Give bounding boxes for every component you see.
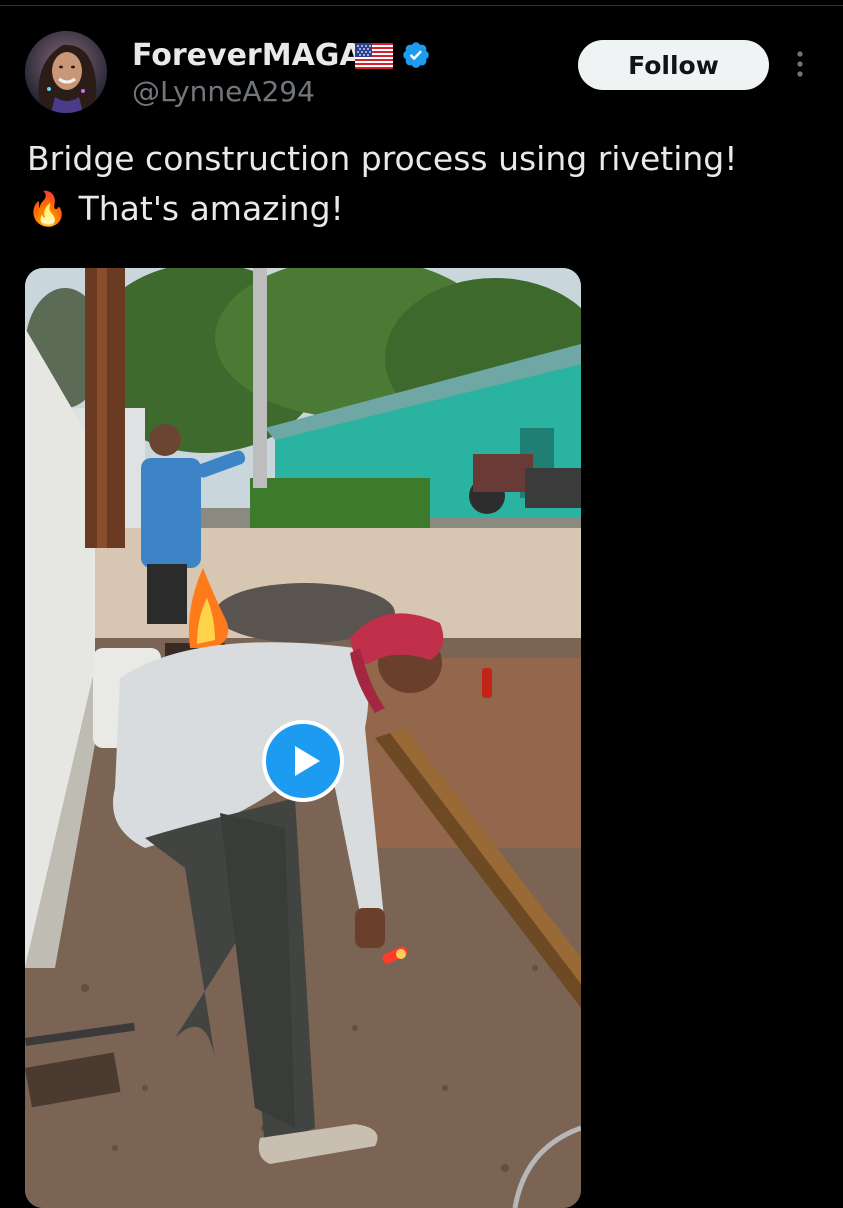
avatar-image: [25, 31, 107, 113]
user-handle[interactable]: @LynneA294: [132, 75, 315, 109]
tweet-line-2: 🔥 That's amazing!: [27, 184, 827, 234]
more-vertical-icon[interactable]: [792, 50, 808, 84]
play-button[interactable]: [262, 720, 344, 802]
avatar[interactable]: [25, 31, 107, 113]
top-divider: [0, 5, 843, 6]
play-icon: [262, 720, 344, 802]
tweet-line-1: Bridge construction process using riveti…: [27, 139, 738, 178]
follow-button[interactable]: Follow: [578, 40, 769, 90]
fire-emoji: 🔥: [27, 189, 69, 228]
tweet-line-2-text: That's amazing!: [78, 189, 344, 228]
video-player[interactable]: [25, 268, 581, 1208]
us-flag-icon: [355, 43, 393, 73]
tweet-text: Bridge construction process using riveti…: [27, 134, 827, 234]
display-name[interactable]: ForeverMAGA: [132, 38, 363, 74]
verified-badge-icon: [401, 40, 431, 74]
